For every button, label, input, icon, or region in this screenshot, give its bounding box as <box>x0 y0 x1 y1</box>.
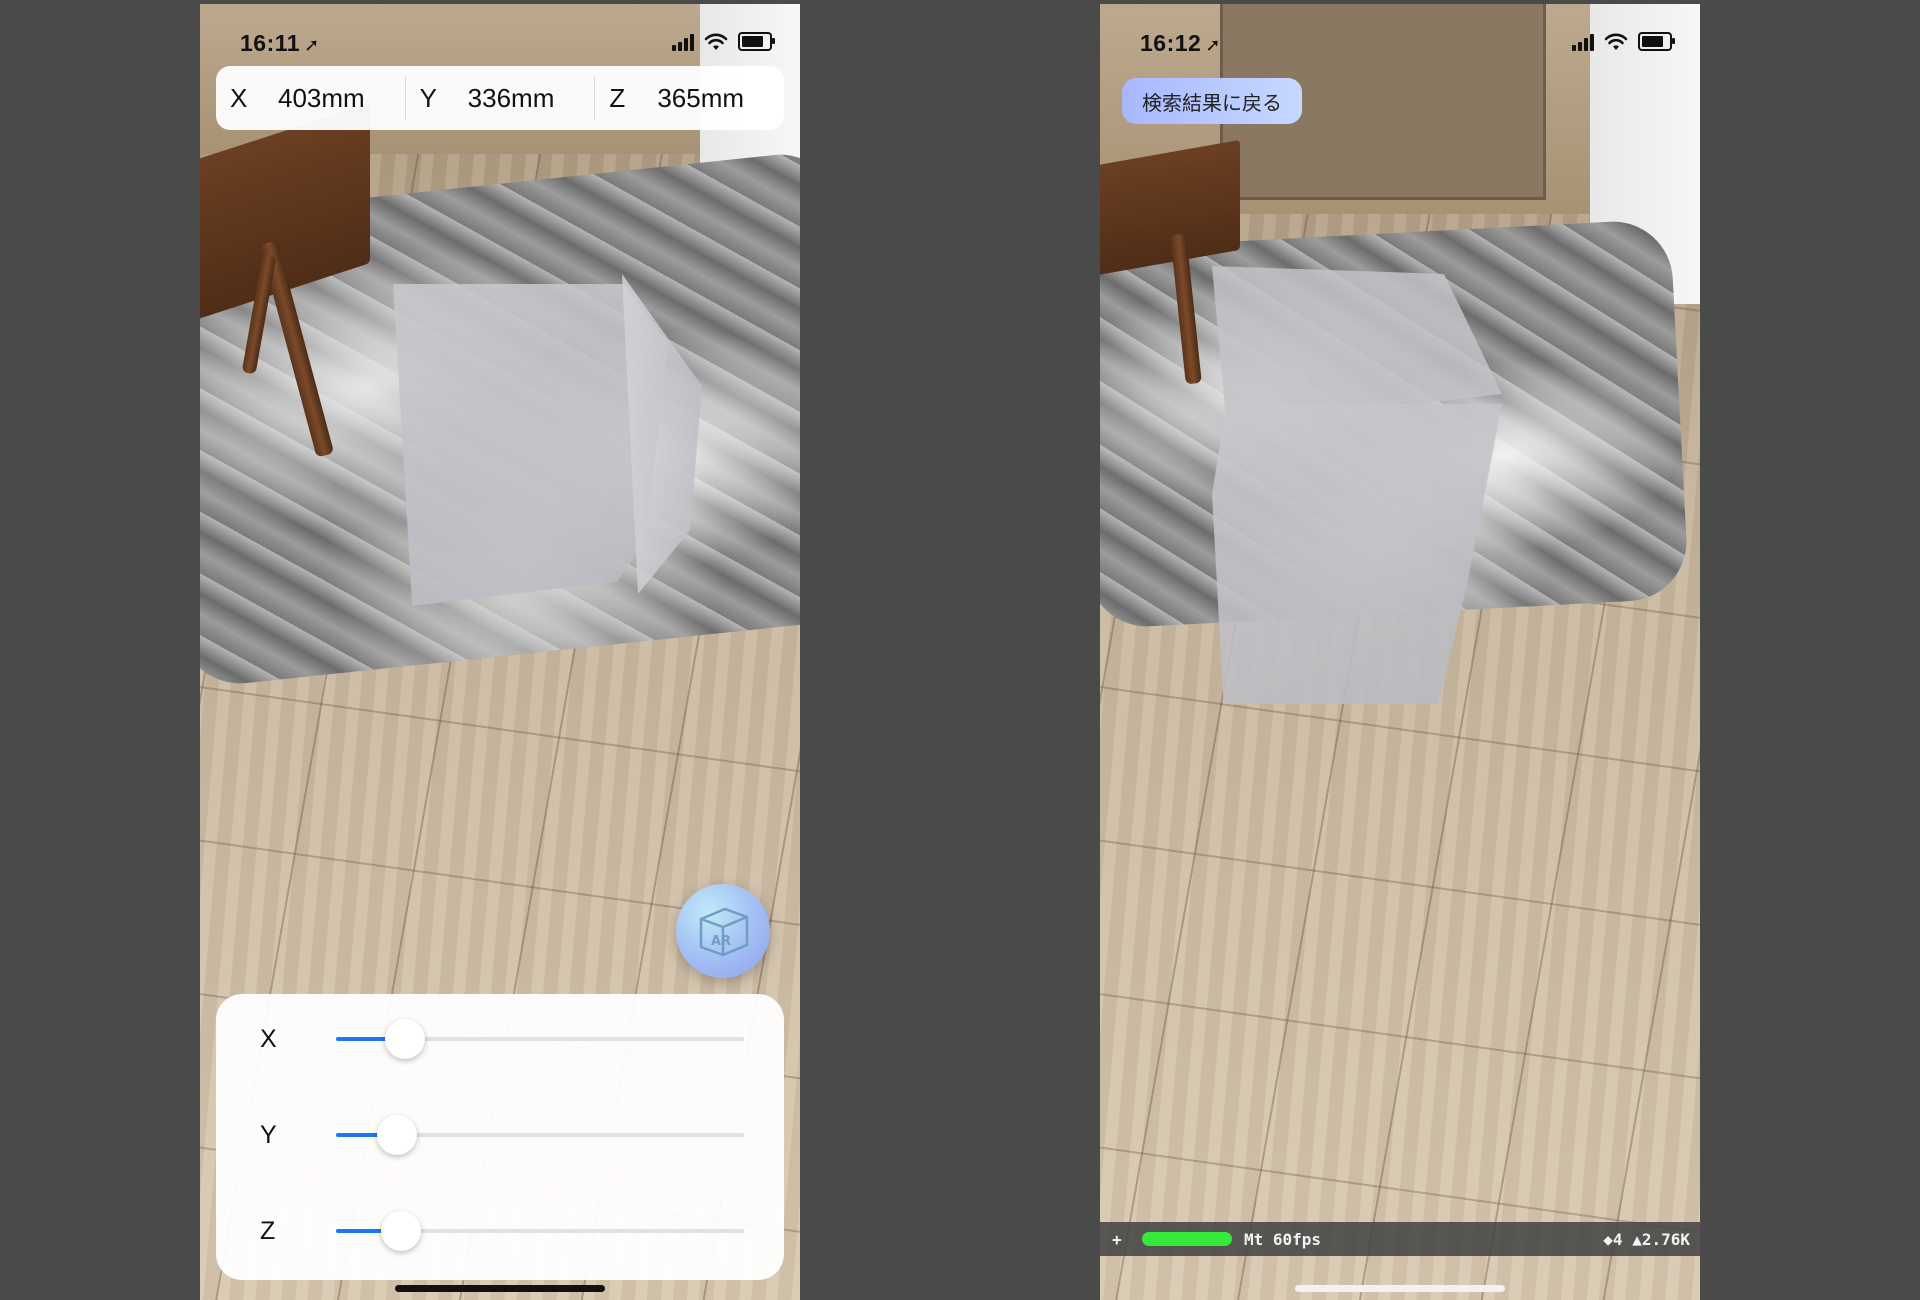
fps-meter <box>1142 1232 1232 1246</box>
slider-z[interactable] <box>336 1211 744 1251</box>
cellular-signal-icon <box>672 33 694 51</box>
dimension-value: 403mm <box>278 82 365 113</box>
slider-row-z: Z <box>216 1206 784 1256</box>
fps-text: Mt 60fps <box>1244 1229 1322 1249</box>
stats-expand-button[interactable]: + <box>1112 1230 1142 1249</box>
home-indicator[interactable] <box>395 1285 605 1292</box>
ar-button-label: AR <box>711 934 731 949</box>
slider-thumb[interactable] <box>377 1115 418 1155</box>
status-time: 16:11 ➚ <box>240 30 320 57</box>
phone-screen-right: 16:12 ➚ 検索結果に戻る + Mt 60fps ◆4 ▲2.76K <box>1100 4 1700 1300</box>
dimension-axis-label: X <box>230 82 248 113</box>
dimension-axis-label: Z <box>609 82 626 113</box>
dimension-z: Z 365mm <box>595 76 784 120</box>
scene-counts-text: ◆4 ▲2.76K <box>1603 1229 1690 1249</box>
status-time: 16:12 ➚ <box>1140 30 1221 57</box>
ar-cube-icon: AR <box>699 907 749 957</box>
slider-row-y: Y <box>216 1110 784 1160</box>
status-icons <box>1572 32 1675 51</box>
dimension-value: 365mm <box>657 82 745 113</box>
status-time-text: 16:12 <box>1140 30 1202 56</box>
status-time-text: 16:11 <box>240 30 301 56</box>
slider-row-x: X <box>216 1014 784 1064</box>
performance-stats-bar: + Mt 60fps ◆4 ▲2.76K <box>1100 1222 1700 1256</box>
slider-y[interactable] <box>336 1115 744 1155</box>
dimension-readout-bar: X 403mm Y 336mm Z 365mm <box>216 66 784 130</box>
location-arrow-icon: ➚ <box>304 35 320 55</box>
status-bar: 16:12 ➚ <box>1100 4 1700 74</box>
battery-icon <box>1638 32 1675 51</box>
wifi-icon <box>704 33 728 50</box>
wifi-icon <box>1604 33 1628 50</box>
phone-screen-left: 16:11 ➚ X 403mm Y 336mm Z 365mm AR X Y Z <box>200 4 800 1300</box>
ar-mode-button[interactable]: AR <box>676 884 770 978</box>
status-icons <box>672 32 775 51</box>
slider-label: Y <box>260 1120 277 1149</box>
home-indicator[interactable] <box>1295 1285 1505 1292</box>
status-bar: 16:11 ➚ <box>200 4 800 74</box>
ar-virtual-cube[interactable] <box>1212 404 1502 704</box>
slider-label: Z <box>260 1216 276 1245</box>
dimension-axis-label: Y <box>419 82 438 113</box>
slider-thumb[interactable] <box>385 1019 426 1059</box>
battery-icon <box>738 32 775 51</box>
slider-x[interactable] <box>336 1019 744 1059</box>
dimension-y: Y 336mm <box>406 76 596 120</box>
location-arrow-icon: ➚ <box>1205 35 1221 55</box>
slider-thumb[interactable] <box>381 1211 422 1251</box>
dimension-slider-panel: X Y Z <box>216 994 784 1280</box>
back-to-search-results-button[interactable]: 検索結果に戻る <box>1122 78 1302 124</box>
ar-camera-view[interactable] <box>1100 4 1700 1300</box>
dimension-value: 336mm <box>467 82 555 113</box>
cellular-signal-icon <box>1572 33 1594 51</box>
dimension-x: X 403mm <box>216 76 406 120</box>
slider-label: X <box>260 1024 277 1053</box>
